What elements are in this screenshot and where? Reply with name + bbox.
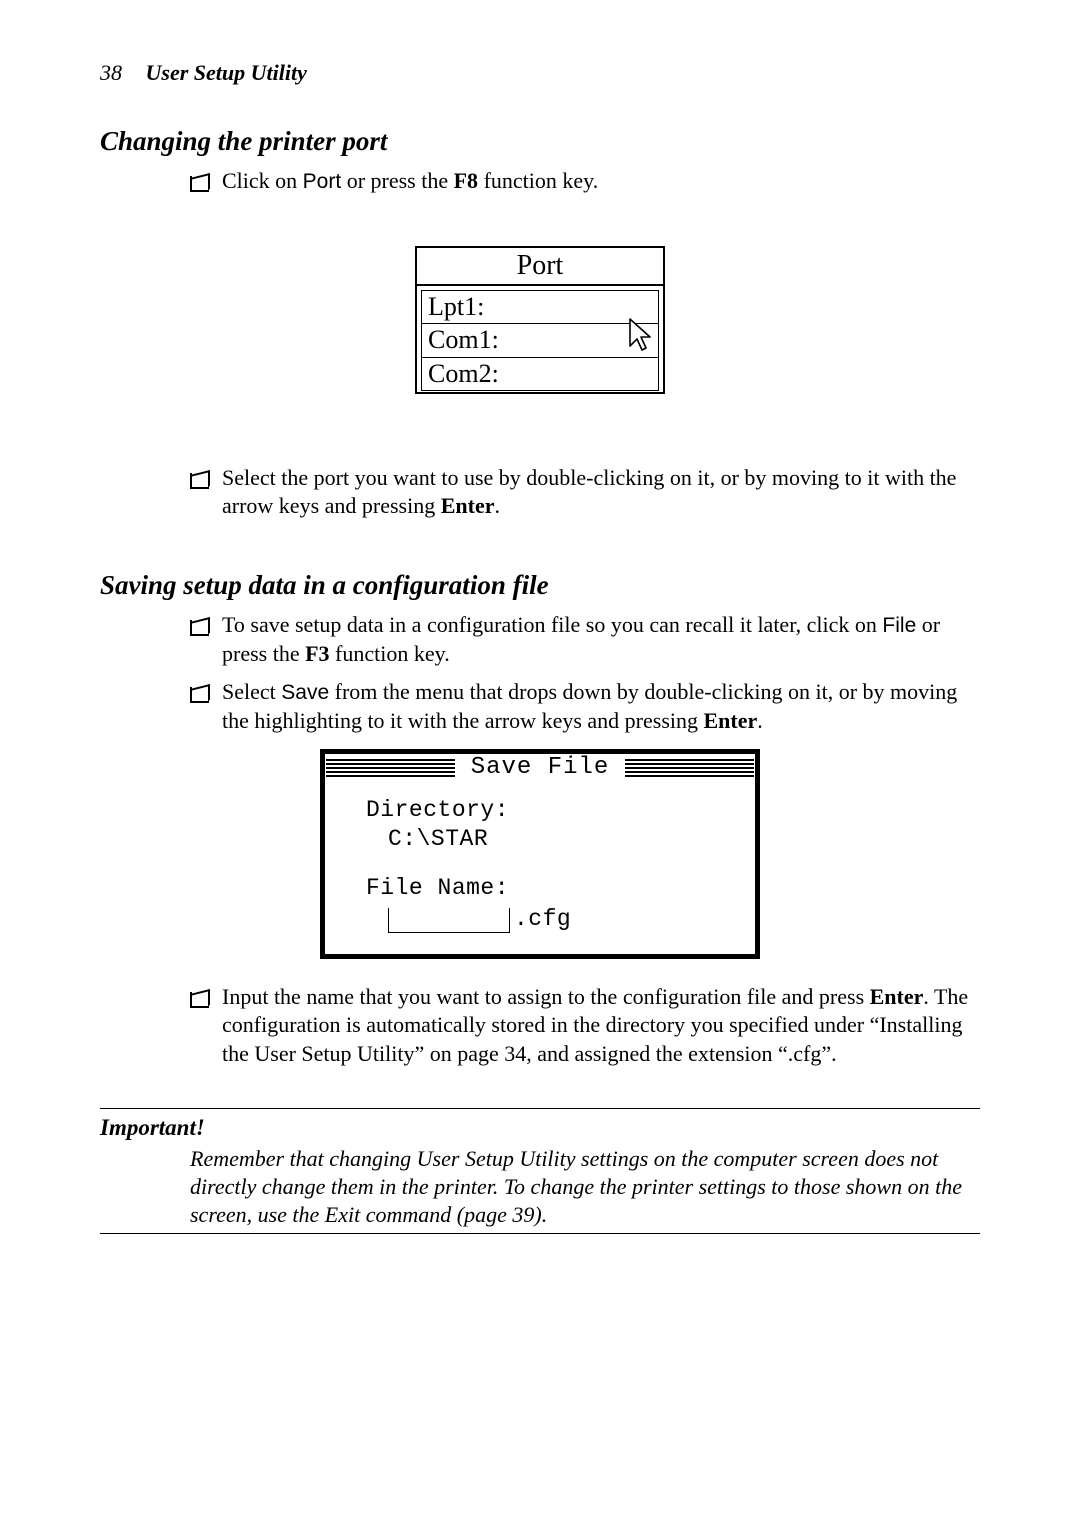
key-name: Enter [704,708,758,733]
steps-changing-port: Click on Port or press the F8 function k… [190,167,980,196]
step-text: Select Save from the menu that drops dow… [222,678,980,735]
filename-extension: .cfg [514,905,571,934]
port-dialog-title: Port [417,248,663,286]
port-option-com2[interactable]: Com2: [421,357,659,392]
checkbox-icon [190,986,210,1006]
key-name: Enter [870,984,924,1009]
checkbox-icon [190,170,210,190]
step-text: Select the port you want to use by doubl… [222,464,980,520]
port-option-lpt1[interactable]: Lpt1: [421,290,659,324]
step-item: Input the name that you want to assign t… [190,983,980,1067]
page: 38 User Setup Utility Changing the print… [0,0,1080,1529]
save-dialog-title: Save File [463,754,618,781]
page-number: 38 [100,60,122,85]
cursor-icon [627,316,653,354]
steps-changing-port-2: Select the port you want to use by doubl… [190,464,980,520]
step-item: To save setup data in a configuration fi… [190,611,980,668]
steps-saving-config: To save setup data in a configuration fi… [190,611,980,735]
port-dialog-figure: Port Lpt1: Com1: Com2: [415,246,665,394]
text-fragment: Click on [222,168,303,193]
filename-input[interactable] [388,908,510,933]
save-dialog-body: Directory: C:\STAR File Name: .cfg [324,782,756,955]
key-name: F3 [305,641,329,666]
text-fragment: from the menu that drops down by double-… [222,679,957,733]
step-item: Click on Port or press the F8 function k… [190,167,980,196]
ui-term: File [882,614,916,637]
text-fragment: Select [222,679,281,704]
save-dialog-titlebar: Save File [324,753,756,782]
directory-label: Directory: [366,796,730,825]
step-text: Click on Port or press the F8 function k… [222,167,980,196]
checkbox-icon [190,614,210,634]
directory-value: C:\STAR [366,825,730,854]
titlebar-stripes-icon [326,759,455,777]
step-item: Select Save from the menu that drops dow… [190,678,980,735]
text-fragment: or press the [341,168,453,193]
text-fragment: function key. [478,168,598,193]
horizontal-rule [100,1233,980,1234]
text-fragment: Input the name that you want to assign t… [222,984,870,1009]
filename-label: File Name: [366,874,730,903]
section-heading-saving-config: Saving setup data in a configuration fil… [100,570,980,601]
section-heading-changing-port: Changing the printer port [100,126,980,157]
port-list: Lpt1: Com1: Com2: [417,286,663,392]
step-item: Select the port you want to use by doubl… [190,464,980,520]
important-body: Remember that changing User Setup Utilit… [190,1145,980,1229]
port-dialog: Port Lpt1: Com1: Com2: [415,246,665,394]
ui-term: Port [303,170,342,193]
port-option-com1[interactable]: Com1: [421,323,659,357]
running-header: 38 User Setup Utility [100,60,980,86]
horizontal-rule [100,1108,980,1109]
text-fragment: . [495,493,501,518]
important-label: Important! [100,1115,980,1141]
text-fragment: To save setup data in a configuration fi… [222,612,882,637]
text-fragment: . [757,708,763,733]
ui-term: Save [281,681,329,704]
checkbox-icon [190,467,210,487]
step-text: Input the name that you want to assign t… [222,983,980,1067]
save-file-dialog: Save File Directory: C:\STAR File Name: … [320,749,760,959]
key-name: F8 [454,168,478,193]
chapter-title: User Setup Utility [146,60,307,85]
text-fragment: Select the port you want to use by doubl… [222,465,956,518]
save-file-dialog-figure: Save File Directory: C:\STAR File Name: … [320,749,760,959]
key-name: Enter [441,493,495,518]
steps-saving-config-2: Input the name that you want to assign t… [190,983,980,1067]
step-text: To save setup data in a configuration fi… [222,611,980,668]
titlebar-stripes-icon [625,759,754,777]
text-fragment: function key. [330,641,450,666]
checkbox-icon [190,681,210,701]
